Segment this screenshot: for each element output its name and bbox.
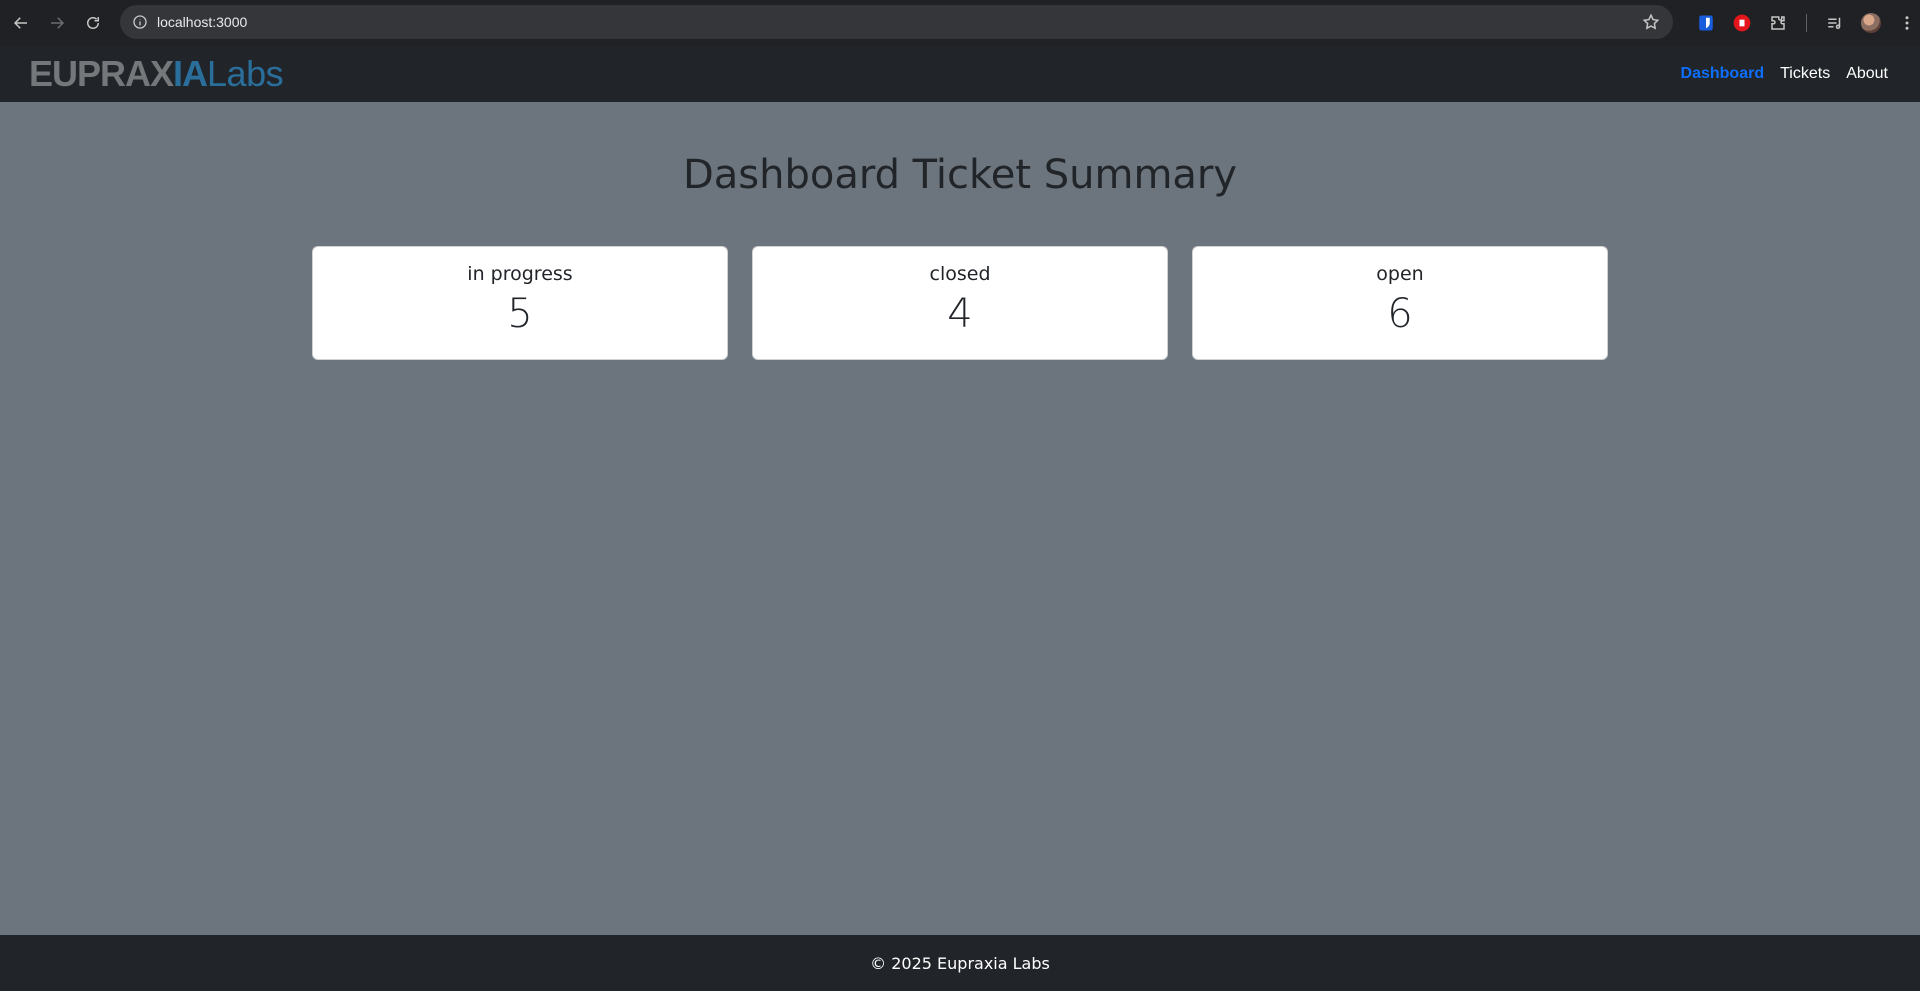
bookmark-star-icon[interactable]: [1641, 12, 1661, 32]
site-info-icon[interactable]: [123, 5, 157, 39]
status-card-in-progress: in progress 5: [312, 246, 728, 360]
copyright-text: © 2025 Eupraxia Labs: [870, 953, 1050, 973]
url-text[interactable]: localhost:3000: [157, 14, 247, 30]
app-navbar: EUPRAXIA Labs Dashboard Tickets About: [0, 46, 1920, 102]
card-count: 4: [947, 291, 973, 337]
brand-logo[interactable]: EUPRAXIA Labs: [29, 53, 284, 94]
kebab-menu-icon[interactable]: [1889, 8, 1920, 38]
card-title: open: [1376, 263, 1424, 285]
forward-arrow-icon[interactable]: [39, 5, 75, 41]
page-title: Dashboard Ticket Summary: [682, 152, 1238, 198]
card-count: 6: [1387, 291, 1413, 337]
adblock-extension-icon[interactable]: [1724, 8, 1760, 38]
reload-icon[interactable]: [75, 5, 111, 41]
summary-cards: in progress 5 closed 4 open 6: [312, 246, 1608, 360]
media-playlist-icon[interactable]: [1817, 8, 1853, 38]
bitwarden-extension-icon[interactable]: [1688, 8, 1724, 38]
status-card-open: open 6: [1192, 246, 1608, 360]
extensions-area: [1688, 8, 1920, 38]
nav-link-about[interactable]: About: [1838, 57, 1896, 91]
nav-link-tickets[interactable]: Tickets: [1772, 57, 1838, 91]
main-content: Dashboard Ticket Summary in progress 5 c…: [0, 102, 1920, 935]
nav-links: Dashboard Tickets About: [1673, 57, 1896, 91]
card-title: in progress: [467, 263, 573, 285]
profile-avatar[interactable]: [1853, 8, 1889, 38]
brand-labs: Labs: [207, 53, 284, 94]
nav-link-dashboard[interactable]: Dashboard: [1673, 57, 1773, 91]
toolbar-divider: [1806, 14, 1807, 32]
brand-wordmark: EUPRAXIA: [29, 53, 208, 94]
card-count: 5: [507, 291, 533, 337]
extensions-puzzle-icon[interactable]: [1760, 8, 1796, 38]
status-card-closed: closed 4: [752, 246, 1168, 360]
page-footer: © 2025 Eupraxia Labs: [0, 935, 1920, 991]
browser-toolbar: localhost:3000: [0, 0, 1920, 46]
card-title: closed: [929, 263, 991, 285]
back-arrow-icon[interactable]: [3, 5, 39, 41]
address-bar[interactable]: localhost:3000: [120, 5, 1673, 39]
